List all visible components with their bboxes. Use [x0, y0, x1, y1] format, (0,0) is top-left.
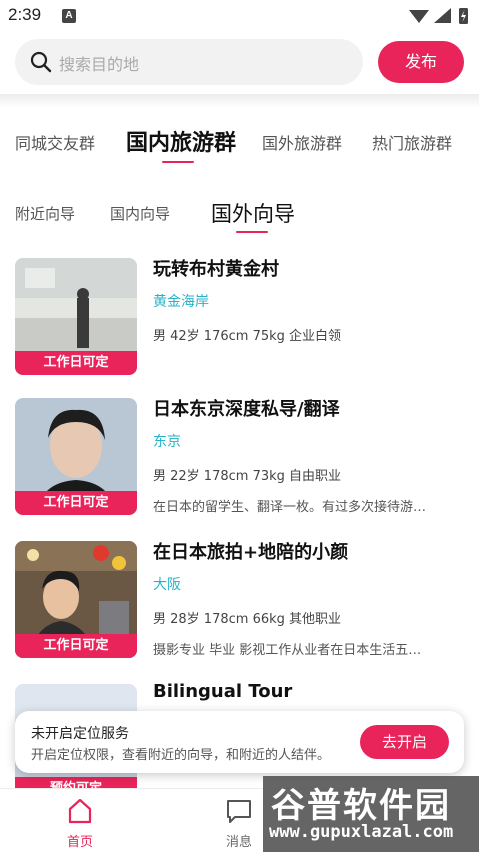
subtab-active-indicator [236, 231, 268, 233]
guide-location: 东京 [153, 434, 181, 450]
status-icons [409, 8, 468, 24]
notification-app-icon: A [62, 9, 76, 23]
guide-photo: 工作日可定 [15, 541, 137, 658]
search-input[interactable]: 搜索目的地 [15, 39, 363, 85]
guide-photo: 工作日可定 [15, 398, 137, 515]
tab-popular-travel[interactable]: 热门旅游群 [372, 130, 452, 154]
guide-attributes: 男 28岁 178cm 66kg 其他职业 [153, 612, 342, 627]
guide-card[interactable]: 工作日可定 玩转布村黄金村 黄金海岸 男 42岁 176cm 75kg 企业白领 [0, 255, 479, 380]
home-icon [68, 798, 92, 824]
watermark-title: 谷普软件园 [271, 786, 451, 826]
nav-home[interactable]: 首页 [40, 789, 120, 852]
signal-icon [434, 8, 451, 23]
guide-attributes: 男 22岁 178cm 73kg 自由职业 [153, 469, 342, 484]
guide-location: 大阪 [153, 577, 181, 593]
watermark: 谷普软件园 www.gupuxlazal.com [263, 776, 479, 852]
guide-description: 在日本的留学生、翻译一枚。有过多次接待游… [153, 500, 427, 515]
guide-card[interactable]: 工作日可定 在日本旅拍+地陪的小颜 大阪 男 28岁 178cm 66kg 其他… [0, 538, 479, 663]
wifi-icon [409, 10, 429, 23]
guide-subtabs: 附近向导 国内向导 国外向导 [0, 190, 479, 240]
guide-title: 日本东京深度私导/翻译 [153, 399, 340, 420]
message-icon [227, 800, 251, 823]
watermark-url: www.gupuxlazal.com [269, 822, 454, 842]
guide-title: 在日本旅拍+地陪的小颜 [153, 542, 349, 563]
group-tabs: 同城交友群 国内旅游群 国外旅游群 热门旅游群 [0, 118, 479, 168]
banner-title: 未开启定位服务 [31, 726, 129, 742]
publish-button[interactable]: 发布 [378, 41, 464, 83]
location-permission-banner: 未开启定位服务 开启定位权限，查看附近的向导，和附近的人结伴。 去开启 [15, 711, 464, 773]
tab-overseas-travel[interactable]: 国外旅游群 [262, 130, 342, 154]
availability-badge: 工作日可定 [15, 491, 137, 515]
header-divider [0, 94, 479, 108]
tab-domestic-travel[interactable]: 国内旅游群 [126, 125, 236, 157]
enable-location-button[interactable]: 去开启 [360, 725, 449, 759]
tab-local-friends[interactable]: 同城交友群 [15, 130, 95, 154]
subtab-overseas-guides[interactable]: 国外向导 [211, 198, 295, 228]
status-bar: 2:39 A [0, 0, 479, 32]
guide-card[interactable]: 工作日可定 日本东京深度私导/翻译 东京 男 22岁 178cm 73kg 自由… [0, 395, 479, 520]
guide-attributes: 男 42岁 176cm 75kg 企业白领 [153, 329, 342, 344]
guide-title: Bilingual Tour [153, 681, 293, 702]
guide-photo: 工作日可定 [15, 258, 137, 375]
search-icon [30, 51, 52, 73]
availability-badge: 工作日可定 [15, 351, 137, 375]
subtab-nearby-guides[interactable]: 附近向导 [15, 203, 75, 224]
availability-badge: 工作日可定 [15, 634, 137, 658]
subtab-domestic-guides[interactable]: 国内向导 [110, 203, 170, 224]
banner-subtitle: 开启定位权限，查看附近的向导，和附近的人结伴。 [31, 748, 331, 763]
guide-location: 黄金海岸 [153, 294, 209, 310]
tab-active-indicator [162, 161, 194, 163]
guide-description: 摄影专业 毕业 影视工作从业者在日本生活五… [153, 643, 422, 658]
search-placeholder: 搜索目的地 [59, 55, 140, 74]
nav-home-label: 首页 [66, 835, 93, 850]
guide-title: 玩转布村黄金村 [153, 259, 279, 280]
status-time: 2:39 [8, 5, 42, 24]
